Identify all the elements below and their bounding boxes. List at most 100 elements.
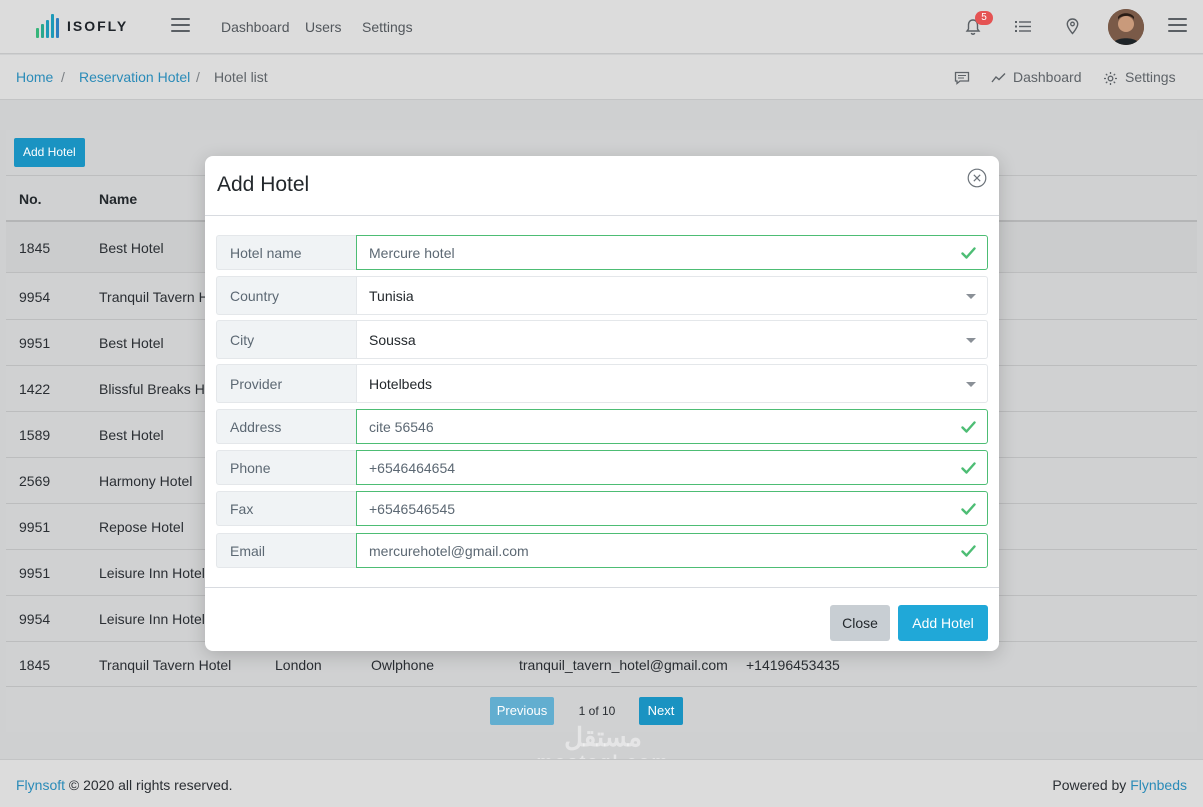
nav-dashboard[interactable]: Dashboard — [221, 19, 290, 35]
breadcrumb-home[interactable]: Home — [16, 69, 53, 85]
cell-no: 1845 — [19, 657, 51, 673]
hotel-name-value: Mercure hotel — [369, 244, 455, 261]
footer: Flynsoft © 2020 all rights reserved. Pow… — [0, 759, 1203, 807]
checkmark-icon — [961, 502, 976, 515]
location-pin-icon[interactable] — [1066, 18, 1079, 35]
cell-name: Repose Hotel — [99, 519, 184, 535]
nav-settings[interactable]: Settings — [362, 19, 413, 35]
previous-page-button[interactable]: Previous — [490, 697, 554, 725]
checkmark-icon — [961, 246, 976, 259]
breadcrumb-hotel-list: Hotel list — [214, 69, 268, 85]
close-button[interactable]: Close — [830, 605, 890, 641]
logo-text: ISOFLY — [67, 18, 129, 34]
gear-icon — [1104, 72, 1117, 85]
add-hotel-modal: Add Hotel Hotel name Mercure hotel Country… — [205, 156, 999, 651]
country-value: Tunisia — [369, 287, 414, 304]
country-field-group: Country Tunisia — [216, 276, 988, 315]
next-page-button[interactable]: Next — [639, 697, 683, 725]
breadcrumb-reservation-hotel[interactable]: Reservation Hotel — [79, 69, 190, 85]
breadcrumb-separator: / — [61, 69, 65, 85]
modal-title: Add Hotel — [217, 173, 310, 196]
cell-city: London — [275, 657, 322, 673]
provider-select[interactable]: Hotelbeds — [356, 364, 988, 403]
provider-field-group: Provider Hotelbeds — [216, 364, 988, 403]
close-icon[interactable] — [967, 168, 987, 188]
cell-name: Tranquil Tavern Hotel — [99, 657, 232, 673]
checkmark-icon — [961, 461, 976, 474]
cell-name: Tranquil Tavern H — [99, 289, 209, 305]
submit-add-hotel-button[interactable]: Add Hotel — [898, 605, 988, 641]
notification-badge: 5 — [975, 11, 993, 25]
email-field-group: Email mercurehotel@gmail.com — [216, 533, 988, 568]
country-label: Country — [216, 276, 356, 315]
cell-name: Harmony Hotel — [99, 473, 193, 489]
address-field-group: Address cite 56546 — [216, 409, 988, 444]
cell-no: 1845 — [19, 240, 51, 256]
footer-copyright-text: © 2020 all rights reserved. — [68, 777, 233, 793]
speech-bubble-icon[interactable] — [954, 71, 970, 85]
provider-value: Hotelbeds — [369, 375, 433, 392]
country-select[interactable]: Tunisia — [356, 276, 988, 315]
subnav-settings[interactable]: Settings — [1125, 69, 1176, 85]
email-label: Email — [216, 533, 356, 568]
email-value: mercurehotel@gmail.com — [369, 542, 529, 559]
cell-no: 9951 — [19, 335, 51, 351]
city-field-group: City Soussa — [216, 320, 988, 359]
logo[interactable]: ISOFLY — [36, 14, 128, 38]
fax-value: +6546546545 — [369, 500, 456, 517]
column-header-no[interactable]: No. — [19, 191, 42, 207]
modal-footer-divider — [205, 587, 999, 588]
cell-no: 9954 — [19, 611, 51, 627]
city-select[interactable]: Soussa — [356, 320, 988, 359]
fax-field-group: Fax +6546546545 — [216, 491, 988, 526]
cell-no: 9951 — [19, 565, 51, 581]
cell-no: 1589 — [19, 427, 51, 443]
footer-powered-text: Powered by — [1052, 777, 1127, 793]
cell-email: tranquil_tavern_hotel@gmail.com — [519, 657, 728, 673]
aside-menu-toggle-icon[interactable] — [1168, 18, 1187, 33]
cell-no: 9954 — [19, 289, 51, 305]
cell-no: 2569 — [19, 473, 51, 489]
address-label: Address — [216, 409, 356, 444]
footer-powered-link[interactable]: Flynbeds — [1130, 777, 1187, 793]
list-icon[interactable] — [1015, 20, 1031, 33]
city-label: City — [216, 320, 356, 359]
sidebar-toggle-icon[interactable] — [171, 18, 190, 33]
chevron-down-icon — [966, 337, 976, 343]
phone-value: +6546464654 — [369, 459, 456, 476]
fax-input[interactable]: +6546546545 — [356, 491, 988, 526]
checkmark-icon — [961, 420, 976, 433]
chevron-down-icon — [966, 293, 976, 299]
footer-copyright: Flynsoft © 2020 all rights reserved. — [16, 777, 233, 793]
cell-name: Best Hotel — [99, 240, 164, 256]
email-input[interactable]: mercurehotel@gmail.com — [356, 533, 988, 568]
cell-name: Leisure Inn Hotel — [99, 565, 205, 581]
subnav-dashboard[interactable]: Dashboard — [1013, 69, 1082, 85]
cell-phone: +14196453435 — [746, 657, 840, 673]
address-input[interactable]: cite 56546 — [356, 409, 988, 444]
fax-label: Fax — [216, 491, 356, 526]
phone-input[interactable]: +6546464654 — [356, 450, 988, 485]
phone-field-group: Phone +6546464654 — [216, 450, 988, 485]
footer-powered-by: Powered by Flynbeds — [1052, 777, 1187, 793]
avatar[interactable] — [1108, 9, 1144, 45]
top-header: ISOFLY Dashboard Users Settings 5 — [0, 0, 1203, 54]
cell-provider: Owlphone — [371, 657, 435, 673]
chart-line-icon — [991, 73, 1006, 83]
address-value: cite 56546 — [369, 418, 434, 435]
cell-no: 9951 — [19, 519, 51, 535]
checkmark-icon — [961, 544, 976, 557]
logo-icon — [36, 14, 59, 38]
cell-name: Best Hotel — [99, 427, 164, 443]
column-header-name[interactable]: Name — [99, 191, 137, 207]
nav-users[interactable]: Users — [305, 19, 342, 35]
cell-name: Blissful Breaks Ho — [99, 381, 213, 397]
hotel-name-input[interactable]: Mercure hotel — [356, 235, 988, 270]
add-hotel-button[interactable]: Add Hotel — [14, 138, 85, 167]
breadcrumb-separator: / — [196, 69, 200, 85]
city-value: Soussa — [369, 331, 416, 348]
watermark-arabic: مستقل — [564, 722, 642, 752]
user-avatar-icon — [1108, 9, 1144, 45]
page-info: 1 of 10 — [578, 704, 616, 718]
footer-brand-link[interactable]: Flynsoft — [16, 777, 65, 793]
